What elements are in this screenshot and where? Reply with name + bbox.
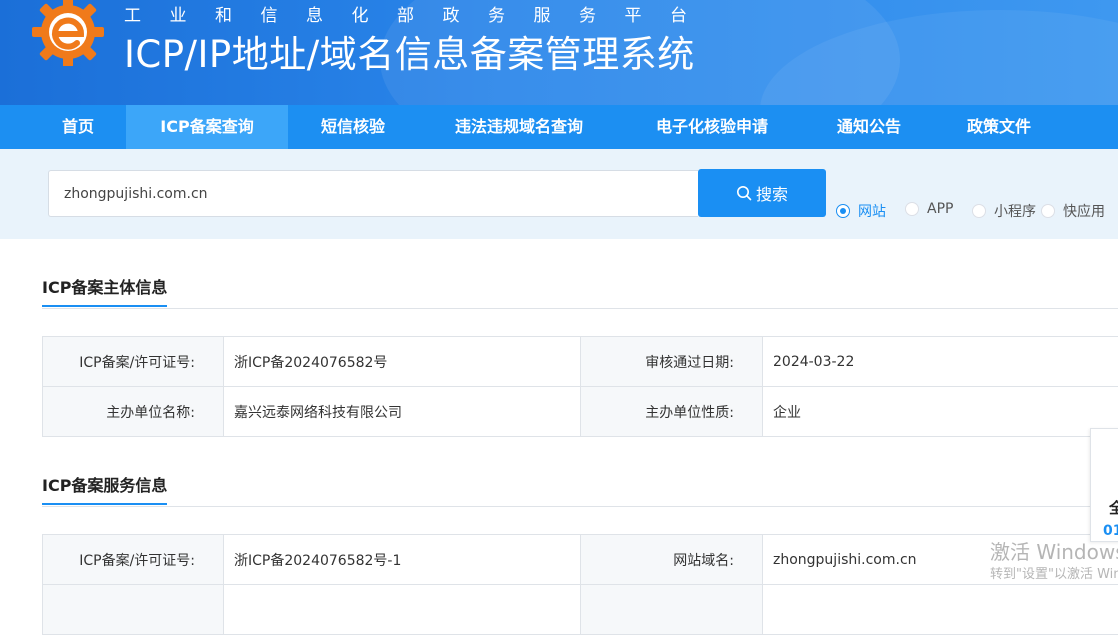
radio-website[interactable]: 网站 bbox=[836, 201, 886, 221]
search-icon bbox=[736, 185, 752, 201]
field-label: ICP备案/许可证号: bbox=[43, 337, 224, 387]
subject-info-table: ICP备案/许可证号: 浙ICP备2024076582号 审核通过日期: 202… bbox=[42, 336, 1118, 437]
search-input[interactable] bbox=[48, 170, 698, 217]
field-label: 主办单位性质: bbox=[581, 387, 763, 437]
radio-label: 小程序 bbox=[994, 201, 1036, 221]
field-value: 2024-03-22 bbox=[763, 337, 1118, 387]
search-button[interactable]: 搜索 bbox=[698, 169, 826, 217]
org-name: 工业和信息化部政务服务平台 bbox=[124, 1, 716, 26]
section-title-service: ICP备案服务信息 bbox=[42, 472, 167, 505]
radio-quick-app[interactable]: 快应用 bbox=[1041, 201, 1105, 221]
service-info-table: ICP备案/许可证号: 浙ICP备2024076582号-1 网站域名: zho… bbox=[42, 534, 1118, 635]
search-area: 搜索 网站 APP 小程序 快应用 bbox=[0, 149, 1118, 239]
radio-mini-program[interactable]: 小程序 bbox=[972, 201, 1036, 221]
system-title: ICP/IP地址/域名信息备案管理系统 bbox=[124, 24, 695, 78]
floating-side-widget[interactable]: 全 01 bbox=[1090, 428, 1118, 542]
nav-item-home[interactable]: 首页 bbox=[48, 105, 108, 149]
field-value bbox=[224, 585, 581, 635]
radio-label: 快应用 bbox=[1063, 201, 1105, 221]
field-label: 审核通过日期: bbox=[581, 337, 763, 387]
nav-item-illegal-domain-query[interactable]: 违法违规域名查询 bbox=[436, 105, 602, 149]
table-row: 主办单位名称: 嘉兴远泰网络科技有限公司 主办单位性质: 企业 bbox=[43, 387, 1118, 437]
radio-dot bbox=[1041, 204, 1055, 218]
nav-item-sms-verify[interactable]: 短信核验 bbox=[306, 105, 400, 149]
windows-activation-hint: 转到"设置"以激活 Windows bbox=[990, 563, 1118, 582]
field-value: 企业 bbox=[763, 387, 1118, 437]
field-label: 主办单位名称: bbox=[43, 387, 224, 437]
field-label bbox=[581, 585, 763, 635]
radio-dot bbox=[972, 204, 986, 218]
nav-item-e-verify-apply[interactable]: 电子化核验申请 bbox=[638, 105, 786, 149]
radio-app[interactable]: APP bbox=[905, 201, 953, 217]
field-value: 浙ICP备2024076582号 bbox=[224, 337, 581, 387]
section-divider bbox=[42, 506, 1118, 507]
gear-logo-icon bbox=[30, 0, 106, 66]
radio-label: 网站 bbox=[858, 201, 886, 221]
section-divider bbox=[42, 308, 1118, 309]
field-value bbox=[763, 585, 1118, 635]
field-label bbox=[43, 585, 224, 635]
windows-activation-watermark: 激活 Windows bbox=[990, 536, 1118, 565]
section-title-subject: ICP备案主体信息 bbox=[42, 274, 167, 307]
table-row bbox=[43, 585, 1118, 635]
side-widget-char: 全 bbox=[1109, 497, 1118, 518]
radio-dot bbox=[836, 204, 850, 218]
field-label: ICP备案/许可证号: bbox=[43, 535, 224, 585]
search-button-label: 搜索 bbox=[756, 181, 788, 205]
radio-label: APP bbox=[927, 201, 953, 217]
header-banner: 工业和信息化部政务服务平台 ICP/IP地址/域名信息备案管理系统 bbox=[0, 0, 1118, 105]
nav-item-notices[interactable]: 通知公告 bbox=[822, 105, 916, 149]
nav-item-policy-docs[interactable]: 政策文件 bbox=[952, 105, 1046, 149]
main-nav: 首页 ICP备案查询 短信核验 违法违规域名查询 电子化核验申请 通知公告 政策… bbox=[0, 105, 1118, 149]
radio-dot bbox=[905, 202, 919, 216]
nav-item-icp-query[interactable]: ICP备案查询 bbox=[126, 105, 288, 149]
field-value: 浙ICP备2024076582号-1 bbox=[224, 535, 581, 585]
field-label: 网站域名: bbox=[581, 535, 763, 585]
field-value: 嘉兴远泰网络科技有限公司 bbox=[224, 387, 581, 437]
table-row: ICP备案/许可证号: 浙ICP备2024076582号 审核通过日期: 202… bbox=[43, 337, 1118, 387]
table-row: ICP备案/许可证号: 浙ICP备2024076582号-1 网站域名: zho… bbox=[43, 535, 1118, 585]
